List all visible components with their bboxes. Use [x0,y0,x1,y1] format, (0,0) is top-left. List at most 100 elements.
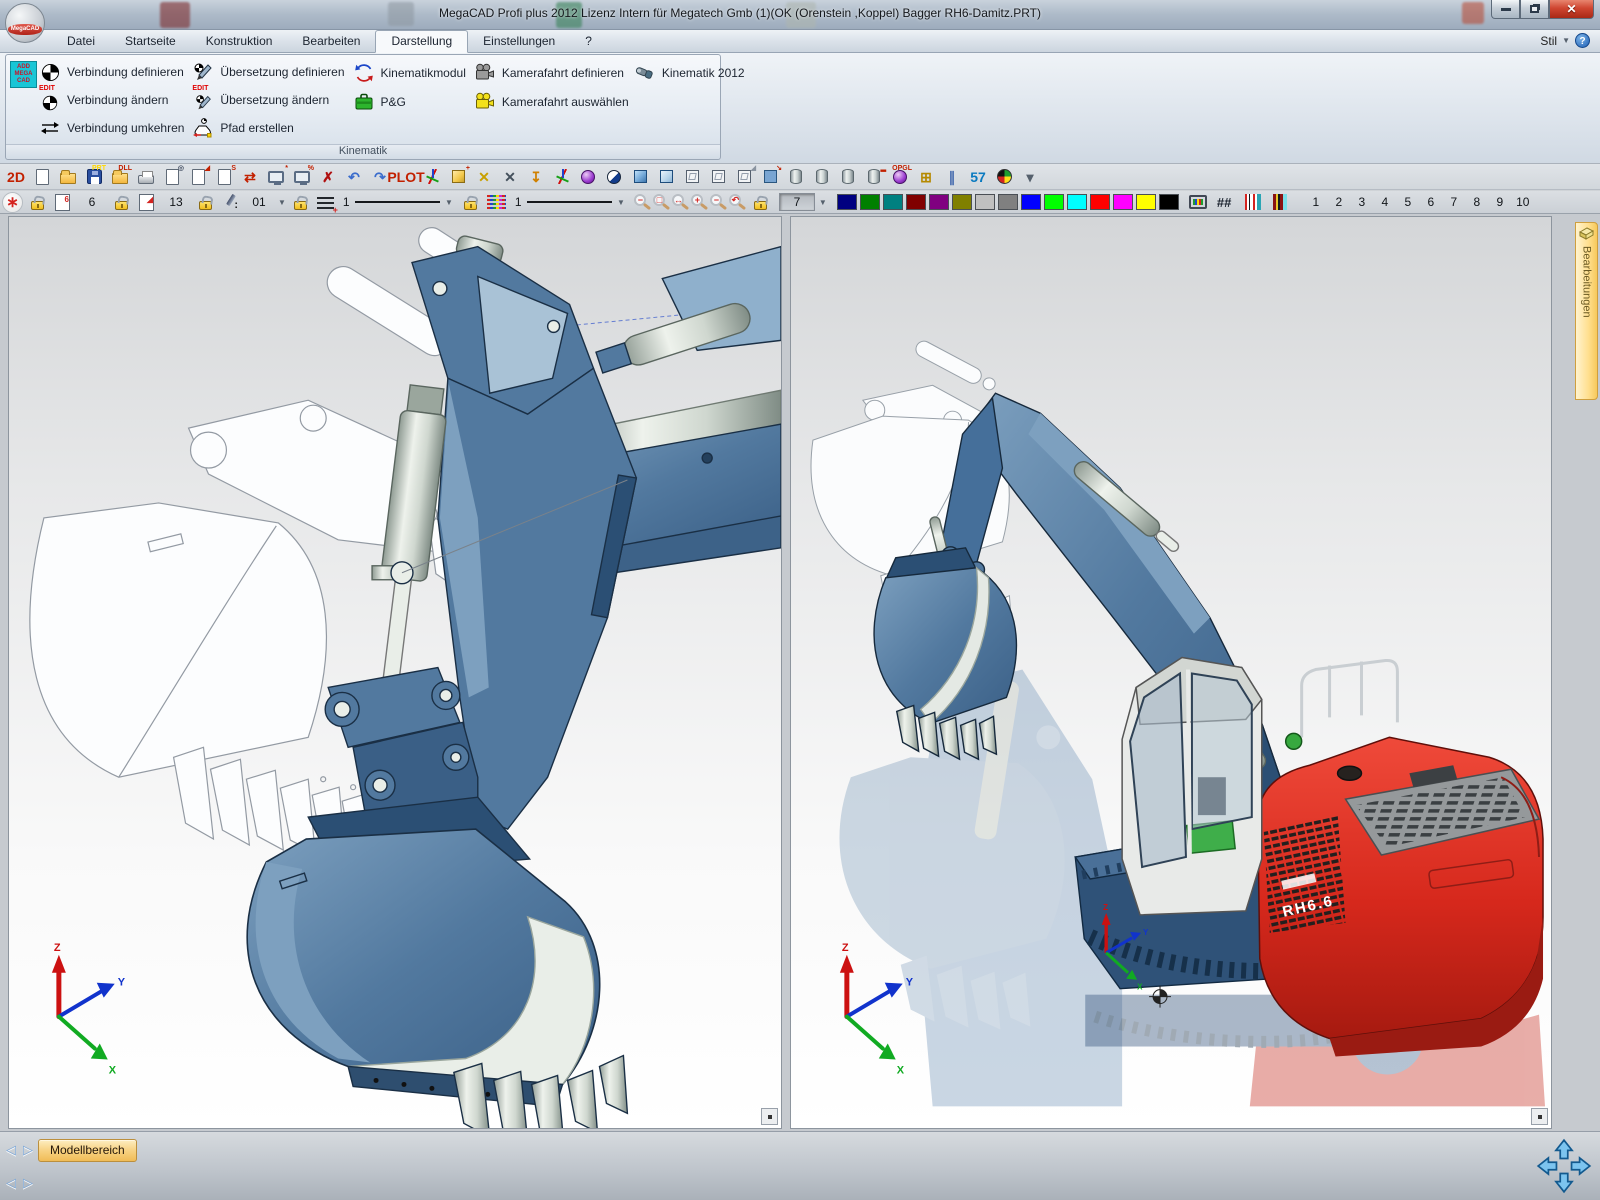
icon-coordinate-system[interactable] [549,165,575,188]
layer-number-button[interactable]: 3 [1351,193,1372,211]
chevron-down-icon[interactable]: ▼ [1562,36,1570,45]
viewport-overview[interactable]: RH6.6 Z [790,216,1552,1129]
layer-number-button[interactable]: 10 [1512,193,1533,211]
tab-datei[interactable]: Datei [52,31,110,52]
icon-cylinder-wire[interactable] [783,165,809,188]
viewport-corner-button[interactable] [1531,1108,1548,1125]
ribbon-item-pg[interactable]: P&G [351,87,472,116]
linewidth-icon[interactable] [317,195,334,209]
zoom-out-tool[interactable]: − [634,194,646,206]
tab-konstruktion[interactable]: Konstruktion [191,31,288,52]
ribbon-item-verbindung-aendern[interactable]: EDIT Verbindung ändern [37,86,190,114]
icon-3d-axes[interactable] [419,165,445,188]
ribbon-item-uebersetzung-aendern[interactable]: EDIT Übersetzung ändern [190,86,350,114]
megacad-app-button[interactable]: MegaCAD [5,3,45,43]
sheet-prev-button[interactable]: ◁ [4,1142,18,1158]
color-swatch[interactable] [1090,194,1110,210]
icon-solid-cube-view[interactable] [627,165,653,188]
color-swatch[interactable] [860,194,880,210]
icon-wireframe-box-1[interactable] [679,165,705,188]
layer-number-button[interactable]: 1 [1305,193,1326,211]
icon-cylinder-outline[interactable] [835,165,861,188]
group-page-icon[interactable]: 6 [55,194,70,211]
ribbon-item-kinematik-2012[interactable]: Kinematik 2012 [632,58,744,87]
icon-cylinder-shaded[interactable] [809,165,835,188]
icon-measure-3d[interactable]: ✕ [497,165,523,188]
hatch-selector[interactable]: 1▼ [512,193,628,211]
marker-star-button[interactable]: ∗ [2,192,23,213]
ribbon-item-verbindung-umkehren[interactable]: Verbindung umkehren [37,114,190,142]
color-swatch[interactable] [1159,194,1179,210]
lock-group-icon[interactable] [31,201,44,210]
layer-number-button[interactable]: 7 [1443,193,1464,211]
zoom-extents-tool[interactable]: ↔ [672,194,684,206]
tab-darstellung[interactable]: Darstellung [375,30,468,53]
close-button[interactable]: ✕ [1549,0,1594,19]
icon-rotate-view-sphere[interactable] [575,165,601,188]
icon-new-drawing[interactable] [29,165,55,188]
viewport-detail[interactable]: Z Y X [8,216,782,1129]
color-dropdown-icon[interactable]: ▼ [819,198,827,207]
icon-toolbar-overflow[interactable]: ▾ [1017,165,1043,188]
pen-icon[interactable] [222,193,238,211]
style-selector-label[interactable]: Stil [1540,34,1557,48]
sheet-page-icon[interactable]: ◢ [139,194,154,211]
ribbon-item-pfad-erstellen[interactable]: Pfad erstellen [190,114,350,142]
layer-number-button[interactable]: 6 [1420,193,1441,211]
icon-wireframe-box-2[interactable] [705,165,731,188]
color-swatch[interactable] [1113,194,1133,210]
icon-2d-3d-toggle[interactable]: 2D [3,165,29,188]
tab-startseite[interactable]: Startseite [110,31,191,52]
icon-measure-xy[interactable]: ✕ [471,165,497,188]
icon-shade-mode[interactable] [601,165,627,188]
hash-numbers-button[interactable]: ## [1217,195,1231,210]
model-space-tab[interactable]: Modellbereich [38,1139,137,1162]
lock-linewidth-icon[interactable] [294,201,307,210]
icon-save-prt[interactable]: PRT [81,165,107,188]
viewport-corner-button[interactable] [761,1108,778,1125]
layout-prev-button[interactable]: ◁ [4,1175,18,1191]
zoom-previous-tool[interactable]: ↶ [729,194,741,206]
icon-open-drawing[interactable] [55,165,81,188]
pan-navigation-icon[interactable] [1536,1138,1592,1194]
sidebar-tab-bearbeitungen[interactable]: Bearbeitungen [1575,222,1598,400]
title-bar[interactable]: MegaCAD Profi plus 2012 Lizenz Intern fü… [0,0,1600,30]
icon-structure-tree[interactable]: ⊞ [913,165,939,188]
ribbon-item-uebersetzung-definieren[interactable]: Übersetzung definieren [190,58,350,86]
tab-help[interactable]: ? [570,31,607,52]
sheet-next-button[interactable]: ▷ [21,1142,35,1158]
layout-next-button[interactable]: ▷ [21,1175,35,1191]
icon-plot[interactable]: PLOT [393,165,419,188]
ribbon-item-verbindung-definieren[interactable]: Verbindung definieren [37,58,190,86]
linestyle-selector[interactable]: 1▼ [340,193,456,211]
lock-hatch-icon[interactable] [464,201,477,210]
color-swatch[interactable] [906,194,926,210]
ribbon-item-kamerafahrt-definieren[interactable]: Kamerafahrt definieren [472,58,632,87]
color-swatch[interactable] [975,194,995,210]
layer-filter-icon[interactable] [1273,194,1287,210]
ribbon-item-kinematikmodul[interactable]: Kinematikmodul [351,58,472,87]
lock-sheet-icon[interactable] [115,201,128,210]
ribbon-item-kamerafahrt-auswaehlen[interactable]: Kamerafahrt auswählen [472,87,632,116]
icon-redline-erase[interactable]: ✗ [315,165,341,188]
color-swatch[interactable] [998,194,1018,210]
layer-number-button[interactable]: 9 [1489,193,1510,211]
icon-color-wheel[interactable] [991,165,1017,188]
layer-number-button[interactable]: 8 [1466,193,1487,211]
layer-number-button[interactable]: 4 [1374,193,1395,211]
icon-cylinder-marked[interactable]: ▂ [861,165,887,188]
zoom-reduce-tool[interactable]: − [710,194,722,206]
group-number-value[interactable]: 6 [77,195,107,209]
color-swatch[interactable] [952,194,972,210]
color-swatch[interactable] [837,194,857,210]
icon-section-box[interactable]: ◢ [731,165,757,188]
icon-attribute-clips[interactable]: ∥ [939,165,965,188]
color-swatch[interactable] [1044,194,1064,210]
zoom-in-tool[interactable]: + [691,194,703,206]
color-swatch[interactable] [883,194,903,210]
hatch-pattern-icon[interactable] [487,195,506,209]
icon-view-window[interactable]: ↘ [757,165,783,188]
icon-id-numbers[interactable]: 57 [965,165,991,188]
icon-load-dll[interactable]: DLL [107,165,133,188]
icon-solid-box-view[interactable] [653,165,679,188]
